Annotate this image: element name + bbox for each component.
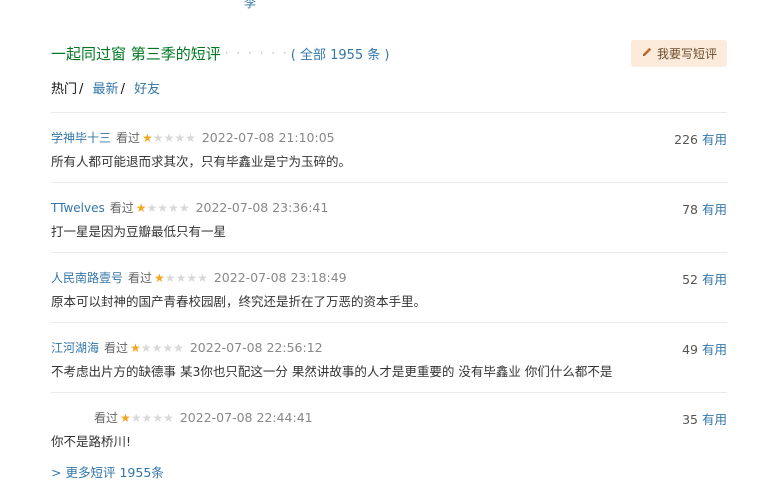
star-empty-icon: ★	[186, 270, 198, 285]
comment-list: 学神毕十三 看过 ★ ★ ★ ★ ★ 2022-07-08 21:10:05 226 有用…	[51, 112, 727, 462]
comment-content: 所有人都可能退而求其次，只有毕鑫业是宁为玉碎的。	[51, 154, 352, 169]
star-empty-icon: ★	[130, 410, 142, 425]
useful-vote: 78 有用	[682, 199, 727, 218]
star-empty-icon: ★	[146, 200, 158, 215]
comment-meta: 看过 ★ ★ ★ ★ ★ 2022-07-08 22:44:41	[51, 409, 313, 426]
comment-item: 学神毕十三 看过 ★ ★ ★ ★ ★ 2022-07-08 21:10:05 226 有用…	[51, 113, 727, 183]
comment-time: 2022-07-08 22:56:12	[189, 340, 323, 355]
comment-meta: 人民南路壹号 看过 ★ ★ ★ ★ ★ 2022-07-08 23:18:49	[51, 269, 347, 286]
star-filled-icon: ★	[142, 130, 153, 145]
star-empty-icon: ★	[164, 270, 176, 285]
previous-section-fragment: 李	[244, 0, 257, 10]
star-empty-icon: ★	[140, 340, 152, 355]
write-short-review-button[interactable]: 我要写短评	[630, 39, 727, 67]
tab-hot[interactable]: 热门	[51, 82, 77, 97]
star-filled-icon: ★	[154, 270, 165, 285]
useful-vote: 35 有用	[682, 409, 727, 428]
watched-label: 看过	[128, 271, 153, 285]
sort-tabs: 热门 / 最新 / 好友	[51, 78, 160, 97]
watched-label: 看过	[104, 341, 129, 355]
useful-vote: 49 有用	[682, 339, 727, 358]
tab-friends[interactable]: 好友	[134, 82, 160, 97]
total-count-link[interactable]: ( 全部 1955 条 )	[291, 44, 390, 63]
useful-button[interactable]: 有用	[702, 202, 727, 217]
rating-stars: ★ ★ ★ ★ ★	[136, 202, 190, 214]
useful-button[interactable]: 有用	[702, 412, 727, 427]
star-filled-icon: ★	[120, 410, 131, 425]
useful-vote: 226 有用	[674, 129, 727, 148]
section-title[interactable]: 一起同过窗 第三季的短评	[51, 43, 221, 64]
star-empty-icon: ★	[185, 130, 196, 145]
write-button-label: 我要写短评	[656, 46, 717, 61]
star-empty-icon: ★	[168, 200, 179, 215]
useful-button[interactable]: 有用	[702, 132, 727, 147]
comment-time: 2022-07-08 23:18:49	[213, 270, 347, 285]
useful-count: 49	[682, 342, 698, 357]
more-arrow: >	[51, 465, 62, 480]
comment-time: 2022-07-08 23:36:41	[195, 200, 329, 215]
star-empty-icon: ★	[163, 130, 175, 145]
star-empty-icon: ★	[163, 410, 174, 425]
comment-time: 2022-07-08 21:10:05	[201, 130, 335, 145]
title-dots: · · · · · ·	[224, 46, 289, 60]
pencil-icon	[641, 46, 653, 61]
useful-count: 52	[682, 272, 698, 287]
comment-meta: 江河湖海 看过 ★ ★ ★ ★ ★ 2022-07-08 22:56:12	[51, 339, 323, 356]
rating-stars: ★ ★ ★ ★ ★	[120, 412, 174, 424]
comments-header: 一起同过窗 第三季的短评 · · · · · · ( 全部 1955 条 ) 我…	[51, 38, 727, 68]
rating-stars: ★ ★ ★ ★ ★	[154, 272, 208, 284]
star-empty-icon: ★	[173, 340, 184, 355]
star-filled-icon: ★	[135, 200, 147, 215]
useful-count: 226	[674, 132, 698, 147]
star-filled-icon: ★	[130, 340, 141, 355]
comment-meta: 学神毕十三 看过 ★ ★ ★ ★ ★ 2022-07-08 21:10:05	[51, 129, 335, 146]
comment-user[interactable]: 人民南路壹号	[51, 269, 123, 286]
comment-content: 不考虑出片方的缺德事 某3你也只配这一分 果然讲故事的人才是更重要的 没有毕鑫业…	[51, 364, 613, 379]
star-empty-icon: ★	[151, 340, 163, 355]
comment-time: 2022-07-08 22:44:41	[179, 410, 313, 425]
watched-label: 看过	[116, 131, 141, 145]
star-empty-icon: ★	[152, 410, 164, 425]
more-comments-link[interactable]: > 更多短评 1955条	[51, 462, 164, 481]
star-empty-icon: ★	[162, 340, 174, 355]
star-empty-icon: ★	[141, 410, 153, 425]
star-empty-icon: ★	[178, 200, 190, 215]
star-empty-icon: ★	[157, 200, 169, 215]
watched-label: 看过	[109, 201, 134, 215]
star-empty-icon: ★	[152, 130, 164, 145]
comment-user[interactable]: 江河湖海	[51, 339, 99, 356]
star-empty-icon: ★	[175, 270, 187, 285]
comment-item: TTwelves 看过 ★ ★ ★ ★ ★ 2022-07-08 23:36:41 78…	[51, 183, 727, 253]
comment-user[interactable]: 学神毕十三	[51, 129, 111, 146]
comment-item: 江河湖海 看过 ★ ★ ★ ★ ★ 2022-07-08 22:56:12 49 有用 不…	[51, 323, 727, 393]
comment-content: 原本可以封神的国产青春校园剧，终究还是折在了万恶的资本手里。	[51, 294, 427, 309]
tab-separator: /	[120, 82, 125, 97]
watched-label: 看过	[94, 411, 119, 425]
rating-stars: ★ ★ ★ ★ ★	[130, 342, 184, 354]
useful-count: 78	[682, 202, 698, 217]
useful-button[interactable]: 有用	[702, 342, 727, 357]
useful-vote: 52 有用	[682, 269, 727, 288]
useful-count: 35	[682, 412, 698, 427]
comment-content: 打一星是因为豆瓣最低只有一星	[51, 224, 227, 239]
comment-user[interactable]: TTwelves	[51, 201, 105, 215]
tab-latest[interactable]: 最新	[93, 82, 119, 97]
more-comments-label: 更多短评 1955条	[65, 465, 164, 480]
rating-stars: ★ ★ ★ ★ ★	[142, 132, 196, 144]
star-empty-icon: ★	[174, 130, 186, 145]
useful-button[interactable]: 有用	[702, 272, 727, 287]
star-empty-icon: ★	[197, 270, 208, 285]
comment-content: 你不是路桥川!	[51, 434, 132, 449]
comment-item: 人民南路壹号 看过 ★ ★ ★ ★ ★ 2022-07-08 23:18:49 52 有用…	[51, 253, 727, 323]
comment-item: 看过 ★ ★ ★ ★ ★ 2022-07-08 22:44:41 35 有用 你不是路桥川…	[51, 393, 727, 462]
tab-separator: /	[79, 82, 84, 97]
comment-meta: TTwelves 看过 ★ ★ ★ ★ ★ 2022-07-08 23:36:41	[51, 199, 328, 216]
